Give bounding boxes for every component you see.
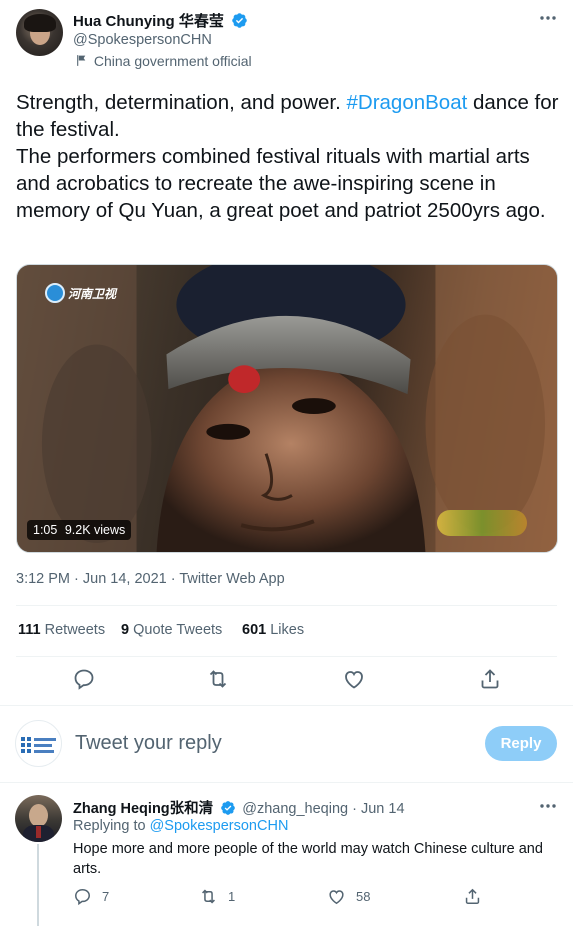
reply-small-icon xyxy=(75,889,90,906)
reply-author-name[interactable]: Zhang Heqing张和清 xyxy=(73,801,213,817)
reply-retweet-action[interactable]: 1 xyxy=(199,887,235,906)
reply-button[interactable]: Reply xyxy=(485,726,557,761)
replying-to-prefix: Replying to xyxy=(73,818,150,834)
retweet-small-icon xyxy=(202,889,215,904)
reply-share-icon[interactable] xyxy=(463,887,482,906)
video-player[interactable]: 河南卫视 1:05 9.2K views xyxy=(16,264,558,553)
reply-reply-count: 7 xyxy=(102,889,110,904)
like-icon[interactable] xyxy=(342,667,366,691)
reply-input[interactable]: Tweet your reply xyxy=(75,732,470,755)
government-label: China government official xyxy=(93,53,252,69)
channel-logo: 河南卫视 xyxy=(45,283,116,303)
reply-date[interactable]: · Jun 14 xyxy=(352,801,404,817)
reply-like-action[interactable]: 58 xyxy=(327,887,370,906)
author-name[interactable]: Hua Chunying 华春莹 xyxy=(73,13,224,30)
reply-reply-action[interactable]: 7 xyxy=(73,887,109,906)
verified-badge-icon xyxy=(232,13,248,28)
reply-like-count: 58 xyxy=(356,889,371,904)
replying-to-link[interactable]: @SpokespersonCHN xyxy=(150,818,289,834)
hashtag-link[interactable]: #DragonBoat xyxy=(346,91,467,114)
retweet-icon[interactable] xyxy=(206,667,230,691)
video-duration: 1:05 xyxy=(33,523,58,537)
like-small-icon xyxy=(329,890,344,905)
share-icon[interactable] xyxy=(478,667,502,691)
program-logo xyxy=(437,510,527,536)
reply-icon[interactable] xyxy=(72,667,96,691)
more-options-icon[interactable] xyxy=(538,10,558,26)
author-avatar[interactable] xyxy=(16,9,63,56)
tweet-timestamp[interactable]: 3:12 PM · Jun 14, 2021 · Twitter Web App xyxy=(16,571,285,587)
tweet-paragraph-2: The performers combined festival rituals… xyxy=(16,145,546,222)
tweet-text: Strength, determination, and power. #Dra… xyxy=(16,89,561,224)
channel-logo-icon xyxy=(45,283,65,303)
author-handle[interactable]: @SpokespersonCHN xyxy=(73,32,212,48)
video-views: 9.2K views xyxy=(64,523,126,537)
reply-more-options-icon[interactable] xyxy=(538,798,558,814)
viewer-avatar xyxy=(15,720,62,767)
retweets-stat[interactable]: 111 Retweets xyxy=(18,622,105,638)
reply-verified-badge-icon xyxy=(221,801,236,815)
quote-tweets-stat[interactable]: 9 Quote Tweets xyxy=(121,622,222,638)
likes-stat[interactable]: 601 Likes xyxy=(242,622,304,638)
flag-icon xyxy=(77,55,86,66)
reply-text: Hope more and more people of the world m… xyxy=(73,841,543,877)
reply-author-avatar[interactable] xyxy=(15,795,62,842)
video-thumbnail xyxy=(17,265,557,552)
reply-retweet-count: 1 xyxy=(228,889,236,904)
video-stats-badge: 1:05 9.2K views xyxy=(27,520,132,540)
reply-author-handle[interactable]: @zhang_heqing xyxy=(242,801,348,817)
